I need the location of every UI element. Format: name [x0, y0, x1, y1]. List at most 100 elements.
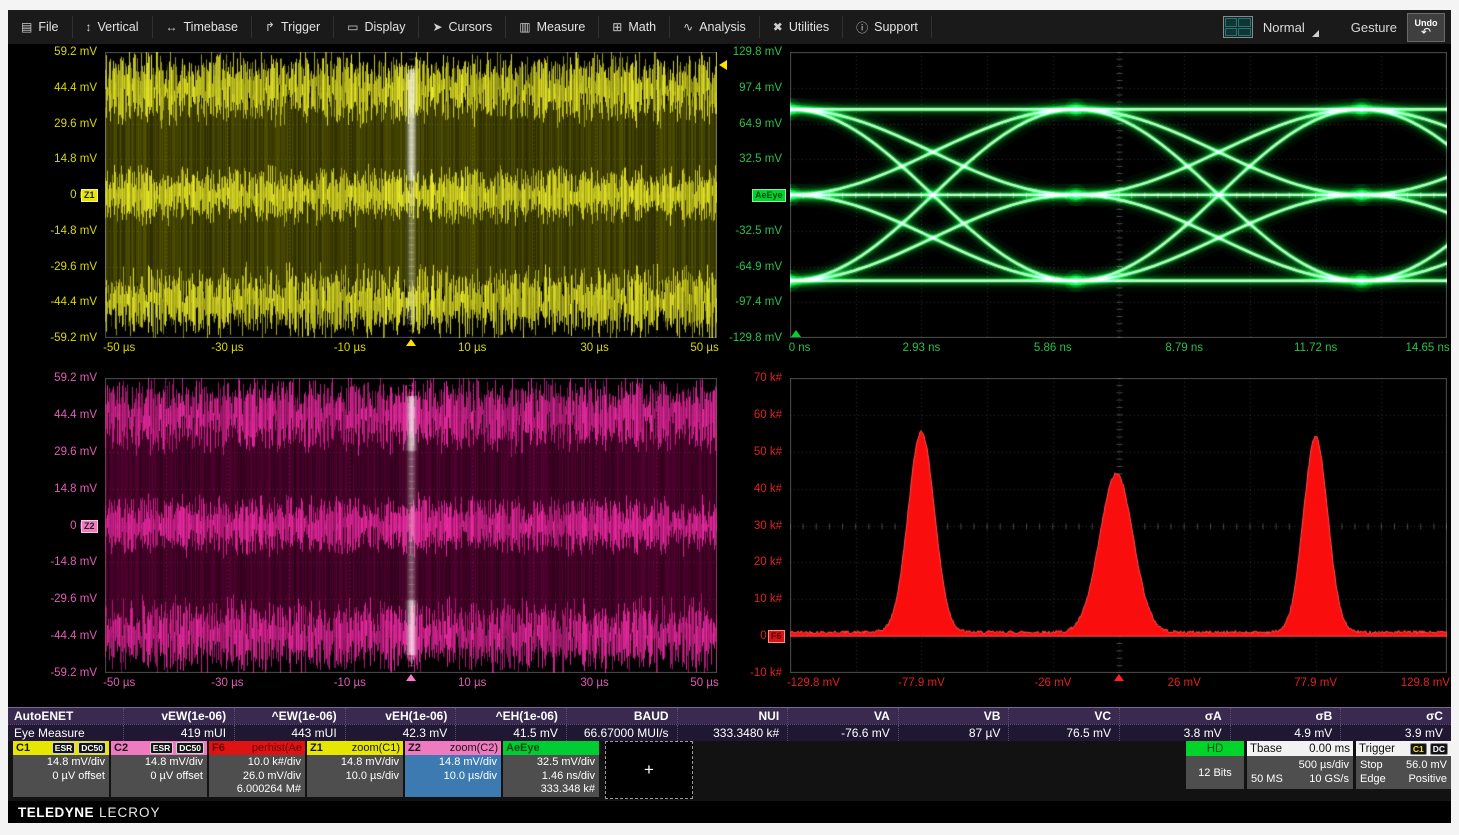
measure-col-header[interactable]: VA [787, 708, 898, 724]
channel-id-label: C1 [16, 742, 30, 754]
level-indicator-f6[interactable]: F6 [768, 630, 785, 643]
y-tick-label: 40 k# [754, 483, 782, 495]
y-tick-label: 29.6 mV [54, 118, 97, 130]
y-tick-label: 29.6 mV [54, 446, 97, 458]
level-indicator-aeeye[interactable]: AeEye [752, 189, 786, 202]
y-tick-label: 59.2 mV [54, 372, 97, 384]
timebase-samplerate: 10 GS/s [1309, 772, 1349, 786]
descriptor-body: 32.5 mV/div1.46 ns/div333.348 k# [503, 755, 599, 797]
brand-bar: TELEDYNE LECROY [8, 802, 1451, 823]
measure-col-header[interactable]: VC [1008, 708, 1119, 724]
y-tick-label: -44.4 mV [50, 296, 97, 308]
level-indicator-z1[interactable]: Z1 [81, 189, 98, 202]
x-tick-label: -10 µs [334, 677, 366, 689]
x-tick-label: 30 µs [580, 677, 608, 689]
measure-col-header[interactable]: σC [1340, 708, 1451, 724]
menu-item-trigger[interactable]: ↱Trigger [252, 16, 334, 38]
timebase-descriptor-box[interactable]: Tbase 0.00 ms 500 µs/div 50 MS 10 GS/s [1247, 741, 1353, 789]
descriptor-box-aeeye[interactable]: AeEye32.5 mV/div1.46 ns/div333.348 k# [503, 741, 599, 797]
descriptor-header: F6perhist(Ae [209, 741, 305, 755]
measure-col-header[interactable]: VB [898, 708, 1009, 724]
x-axis-labels-top_right: 0 ns2.93 ns5.86 ns8.79 ns11.72 ns14.65 n… [790, 342, 1447, 356]
descriptor-line: 0 µV offset [13, 770, 105, 784]
measure-col-header[interactable]: BAUD [566, 708, 677, 724]
timebase-memory: 50 MS [1251, 772, 1283, 786]
menu-item-vertical[interactable]: ↕Vertical [73, 16, 153, 38]
y-tick-label: 32.5 mV [739, 153, 782, 165]
measure-col-header[interactable]: vEW(1e-06) [123, 708, 234, 724]
channel-id-label: C2 [114, 742, 128, 754]
menu-item-support[interactable]: ⓘSupport [843, 16, 932, 38]
dropdown-corner-icon [1312, 30, 1319, 37]
display-mode-dropdown[interactable]: Normal [1261, 16, 1321, 39]
y-tick-label: 50 k# [754, 446, 782, 458]
waveform-grid-bottom_right[interactable] [790, 378, 1447, 673]
trigger-coupling-badge: DC [1430, 743, 1448, 755]
menu-item-display[interactable]: ▭Display [334, 16, 419, 38]
x-tick-label: -77.9 mV [898, 677, 945, 689]
measure-col-header[interactable]: ^EH(1e-06) [455, 708, 566, 724]
x-tick-label: 5.86 ns [1034, 342, 1072, 354]
x-tick-label: -30 µs [211, 342, 243, 354]
grid-cell-icon [1225, 18, 1238, 27]
measure-col-header[interactable]: NUI [677, 708, 788, 724]
gesture-button[interactable]: Gesture [1351, 20, 1397, 35]
descriptor-line: 14.8 mV/div [111, 756, 203, 770]
descriptor-line: 10.0 k#/div [209, 756, 301, 770]
descriptor-box-c2[interactable]: C2ESRDC5014.8 mV/div0 µV offset [111, 741, 207, 797]
measure-col-header[interactable]: σA [1119, 708, 1230, 724]
menu-item-measure[interactable]: ▥Measure [506, 16, 599, 38]
measure-col-header[interactable]: ^EW(1e-06) [234, 708, 345, 724]
menu-item-utilities[interactable]: ✖Utilities [760, 16, 843, 38]
descriptor-box-f6[interactable]: F6perhist(Ae10.0 k#/div26.0 mV/div6.0002… [209, 741, 305, 797]
y-tick-label: 14.8 mV [54, 153, 97, 165]
x-tick-label: -26 mV [1034, 677, 1071, 689]
descriptor-box-c1[interactable]: C1ESRDC5014.8 mV/div0 µV offset [13, 741, 109, 797]
channel-id-label: Z2 [408, 742, 421, 754]
measure-col-header[interactable]: vEH(1e-06) [345, 708, 456, 724]
trigger-position-marker[interactable] [406, 674, 416, 681]
hd-descriptor-box[interactable]: HD 12 Bits [1186, 741, 1244, 789]
menu-item-analysis[interactable]: ∿Analysis [670, 16, 760, 38]
grid-view-button[interactable] [1223, 16, 1253, 38]
menu-item-timebase[interactable]: ↔Timebase [153, 16, 252, 38]
descriptor-line: 0 µV offset [111, 770, 203, 784]
trigger-position-marker[interactable] [1114, 674, 1124, 681]
waveform-grid-top_left[interactable] [105, 52, 717, 338]
timebase-icon: ↔ [166, 20, 178, 34]
menu-item-file[interactable]: ▤File [8, 16, 73, 38]
y-tick-label: 70 k# [754, 372, 782, 384]
measure-col-header[interactable]: σB [1230, 708, 1341, 724]
y-tick-label: 129.8 mV [733, 46, 782, 58]
menu-item-cursors[interactable]: ➤Cursors [419, 16, 506, 38]
menu-item-math[interactable]: ⊞Math [599, 16, 670, 38]
x-tick-label: 10 µs [458, 342, 486, 354]
measure-col-header[interactable]: AutoENET [8, 708, 123, 724]
brand-lecroy: LECROY [99, 805, 161, 820]
descriptor-line: 26.0 mV/div [209, 770, 301, 784]
trigger-title: Trigger [1359, 743, 1395, 755]
timebase-header: Tbase 0.00 ms [1247, 741, 1353, 756]
descriptor-line: 14.8 mV/div [307, 756, 399, 770]
descriptor-box-z2[interactable]: Z2zoom(C2)14.8 mV/div10.0 µs/div [405, 741, 501, 797]
cursors-icon: ➤ [432, 20, 442, 34]
add-trace-button[interactable]: + [605, 741, 693, 799]
trigger-position-marker[interactable] [406, 339, 416, 346]
descriptor-line: 32.5 mV/div [503, 756, 595, 770]
x-tick-label: 129.8 mV [1401, 677, 1450, 689]
x-tick-label: -10 µs [334, 342, 366, 354]
undo-button[interactable]: Undo ↶ [1407, 13, 1445, 42]
waveform-grid-bottom_left[interactable] [105, 378, 717, 673]
timebase-title: Tbase [1250, 743, 1282, 755]
menu-items: ▤File↕Vertical↔Timebase↱Trigger▭Display➤… [8, 16, 932, 38]
waveform-grid-top_right[interactable] [790, 52, 1447, 338]
descriptor-header: AeEye [503, 741, 599, 755]
descriptor-box-z1[interactable]: Z1zoom(C1)14.8 mV/div10.0 µs/div [307, 741, 403, 797]
descriptor-line: 14.8 mV/div [405, 756, 497, 770]
eye-origin-marker [791, 330, 801, 337]
trigger-level-marker[interactable] [719, 60, 727, 70]
level-indicator-z2[interactable]: Z2 [81, 520, 98, 533]
y-tick-label: 44.4 mV [54, 409, 97, 421]
channel-title-label: zoom(C1) [352, 742, 400, 754]
trigger-descriptor-box[interactable]: Trigger C1 DC Stop 56.0 mV Edge Positive [1356, 741, 1451, 789]
